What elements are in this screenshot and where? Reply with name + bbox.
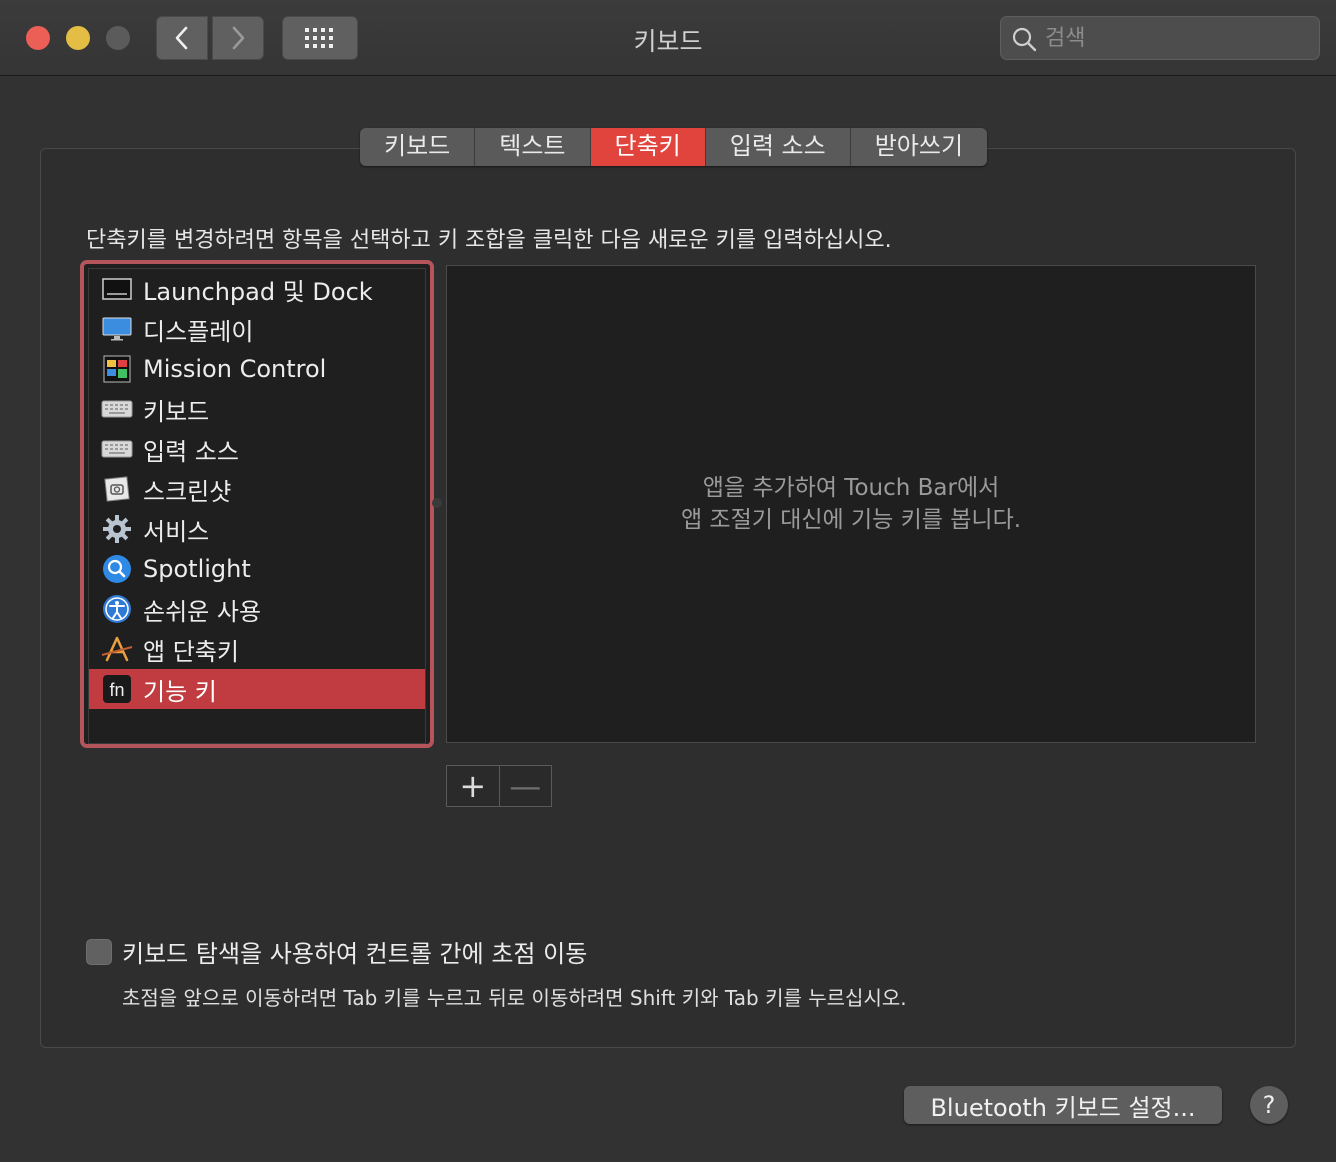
keyboard-navigation-checkbox[interactable] xyxy=(86,938,112,965)
search-input[interactable] xyxy=(1045,21,1305,55)
category-label: Launchpad 및 Dock xyxy=(143,277,373,306)
screenshot-icon xyxy=(101,473,133,505)
tab-shortcuts[interactable]: 단축키 xyxy=(590,128,706,166)
tab-input-sources[interactable]: 입력 소스 xyxy=(705,128,851,166)
svg-text:fn: fn xyxy=(109,680,124,700)
empty-state-message: 앱을 추가하여 Touch Bar에서 앱 조절기 대신에 기능 키를 봅니다. xyxy=(447,472,1255,536)
category-label: Spotlight xyxy=(143,555,251,583)
empty-state-line-2: 앱 조절기 대신에 기능 키를 봅니다. xyxy=(680,507,1022,533)
category-label: 입력 소스 xyxy=(143,437,239,466)
display-icon xyxy=(101,313,133,345)
category-display[interactable]: 디스플레이 xyxy=(89,309,425,349)
tab-bar: 키보드 텍스트 단축키 입력 소스 받아쓰기 xyxy=(360,128,988,166)
gear-icon xyxy=(101,513,133,545)
keyboard-icon xyxy=(101,393,133,425)
category-label: 스크린샷 xyxy=(143,477,232,506)
shortcut-detail-area: 앱을 추가하여 Touch Bar에서 앱 조절기 대신에 기능 키를 봅니다. xyxy=(446,265,1256,743)
add-remove-control: + — xyxy=(446,765,552,807)
split-view-divider[interactable] xyxy=(432,498,442,508)
add-app-button[interactable]: + xyxy=(447,766,500,806)
tab-dictation[interactable]: 받아쓰기 xyxy=(850,128,988,166)
category-services[interactable]: 서비스 xyxy=(89,509,425,549)
remove-app-button[interactable]: — xyxy=(500,766,552,806)
category-spotlight[interactable]: Spotlight xyxy=(89,549,425,589)
category-launchpad-dock[interactable]: Launchpad 및 Dock xyxy=(89,269,425,309)
shortcut-category-list[interactable]: Launchpad 및 Dock 디스플레이 Mission Control 키… xyxy=(80,260,434,748)
title-bar: 키보드 xyxy=(0,0,1336,76)
category-label: 손쉬운 사용 xyxy=(143,597,262,626)
input-source-icon xyxy=(101,433,133,465)
fn-key-icon: fn xyxy=(101,673,133,705)
category-mission-control[interactable]: Mission Control xyxy=(89,349,425,389)
category-label: 키보드 xyxy=(143,397,210,426)
help-button[interactable]: ? xyxy=(1250,1086,1288,1124)
tab-text[interactable]: 텍스트 xyxy=(475,128,591,166)
category-label: 서비스 xyxy=(143,517,210,546)
category-label: Mission Control xyxy=(143,355,327,383)
category-input-sources[interactable]: 입력 소스 xyxy=(89,429,425,469)
keyboard-navigation-label[interactable]: 키보드 탐색을 사용하여 컨트롤 간에 초점 이동 xyxy=(122,934,587,969)
mission-control-icon xyxy=(101,353,133,385)
tab-keyboard[interactable]: 키보드 xyxy=(360,128,476,166)
search-icon xyxy=(1012,27,1037,52)
category-accessibility[interactable]: 손쉬운 사용 xyxy=(89,589,425,629)
accessibility-icon xyxy=(101,593,133,625)
category-keyboard[interactable]: 키보드 xyxy=(89,389,425,429)
search-field[interactable] xyxy=(1000,16,1320,60)
spotlight-icon xyxy=(101,553,133,585)
instruction-text: 단축키를 변경하려면 항목을 선택하고 키 조합을 클릭한 다음 새로운 키를 … xyxy=(86,228,892,253)
keyboard-navigation-row: 키보드 탐색을 사용하여 컨트롤 간에 초점 이동 xyxy=(86,934,587,969)
category-screenshot[interactable]: 스크린샷 xyxy=(89,469,425,509)
launchpad-dock-icon xyxy=(101,273,133,305)
empty-state-line-1: 앱을 추가하여 Touch Bar에서 xyxy=(702,475,1000,501)
category-label: 기능 키 xyxy=(143,677,217,706)
category-label: 앱 단축키 xyxy=(143,637,239,666)
app-shortcuts-icon xyxy=(101,633,133,665)
keyboard-navigation-hint: 초점을 앞으로 이동하려면 Tab 키를 누르고 뒤로 이동하려면 Shift … xyxy=(122,986,907,1010)
category-app-shortcuts[interactable]: 앱 단축키 xyxy=(89,629,425,669)
category-label: 디스플레이 xyxy=(143,317,254,346)
category-function-keys[interactable]: fn 기능 키 xyxy=(89,669,425,709)
bluetooth-keyboard-setup-button[interactable]: Bluetooth 키보드 설정... xyxy=(904,1086,1222,1124)
